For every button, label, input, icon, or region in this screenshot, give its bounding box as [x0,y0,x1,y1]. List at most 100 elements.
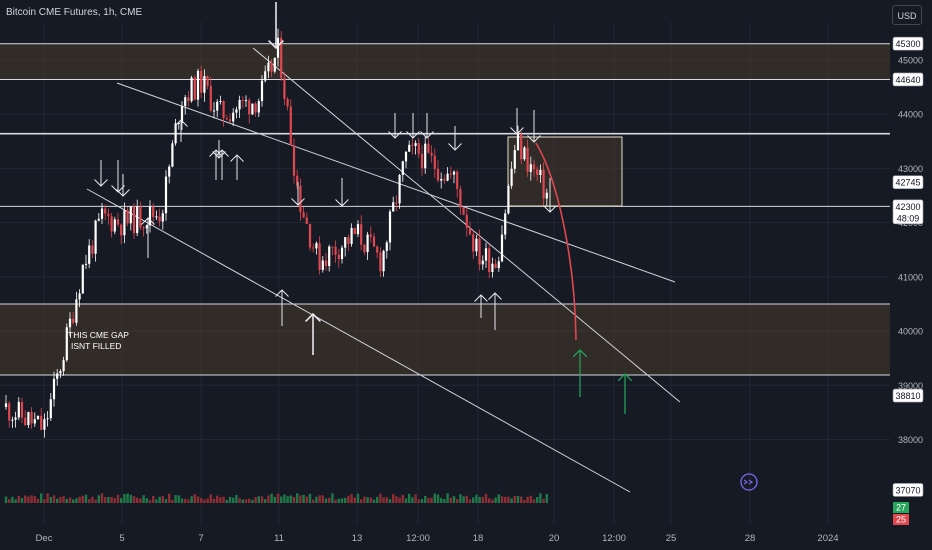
candle-body [49,399,52,419]
volume-bar [385,497,388,503]
gap-annotation: THIS CME GAP ISNT FILLED [68,330,129,352]
volume-bar [392,494,395,503]
volume-bar [219,497,222,503]
gap-annotation-line-2: ISNT FILLED [71,341,122,351]
candle-body [520,134,523,160]
candle-body [337,254,340,260]
candle-body [379,252,382,272]
volume-bar [292,496,296,503]
volume-bar [337,498,340,503]
candle-body [539,169,542,175]
candle-body [526,147,529,172]
volume-bar [56,498,59,503]
volume-bar [328,497,331,503]
down-arrow-9 [448,126,462,151]
candle-body [81,264,84,294]
candle-body [491,263,494,273]
candle-body [424,143,427,169]
volume-bar [529,495,532,503]
volume-bar [331,493,334,503]
volume-bar [139,498,142,503]
volume-bar [366,497,369,503]
candle-body [113,219,116,232]
candle-body [488,248,491,273]
currency-button[interactable]: USD [892,5,922,25]
candle-body [241,99,244,101]
volume-bar [40,493,43,503]
volume-bar [84,494,88,503]
volume-bar [363,496,366,503]
volume-bar [280,496,283,503]
volume-bar [203,499,206,503]
candle-body [43,419,46,430]
volume-bar [372,499,376,503]
volume-bar [193,494,196,503]
candle-body [222,100,225,119]
volume-bar [452,496,456,503]
volume-bar [8,499,11,503]
volume-bar [404,498,408,503]
volume-bar [59,496,62,503]
candle-body [88,245,91,264]
candle-body [24,417,27,426]
candle-body [350,228,353,244]
candle-body [94,220,97,254]
candle-body [129,206,132,224]
candle-body [238,99,241,110]
candle-body [148,206,152,226]
candle-body [52,378,56,400]
volume-bar [526,496,529,503]
volume-bar [324,498,328,503]
volume-bar [504,496,507,503]
candle-body [376,246,379,253]
candle-body [171,143,174,167]
volume-bar [488,498,491,503]
candle-body [500,234,504,262]
candle-body [206,75,209,86]
candle-body [251,103,254,115]
chart-canvas[interactable]: Dec 5 7 11 13 12:00 18 20 12:00 25 28 2024 45000 4400… [0,0,932,550]
candle-body [216,101,219,111]
candle-body [315,243,318,249]
candle-body [187,97,190,102]
volume-bar [212,498,216,503]
candle-body [225,118,228,120]
volume-bar [36,498,40,503]
volume-bar [209,494,212,503]
candle-body [91,245,94,254]
candle-body [142,227,145,229]
volume-bar [110,496,113,503]
candle-body [116,219,120,225]
volume-bar [308,493,312,503]
candles [4,28,548,438]
volume-bar [132,496,136,503]
down-arrow-5 [335,178,349,207]
chart-root: Dec 5 7 11 13 12:00 18 20 12:00 25 28 2024 45000 4400… [0,0,932,550]
goto-realtime-icon[interactable] [740,473,758,491]
candle-body [494,263,497,268]
volume-bar [500,496,504,503]
volume-bar [420,499,424,503]
candle-body [200,70,203,93]
volume-bar [72,499,75,503]
volume-bar [222,496,225,503]
volume-bar [318,495,321,503]
volume-bar [123,493,126,503]
candle-body [33,419,36,424]
supply-zone-2 [0,303,890,375]
volume-bar [267,495,270,503]
volume-bar [216,495,219,503]
volume-bar [289,495,292,503]
candle-body [100,208,104,219]
candle-body [430,152,433,156]
volume-bar [414,494,417,503]
volume-bar [513,496,516,503]
candle-body [504,213,507,235]
volume-bar [190,496,193,503]
candle-body [152,206,155,217]
candle-body [27,412,30,426]
down-arrow-4 [291,182,305,206]
candle-body [353,228,356,235]
candle-body [347,237,350,244]
candle-body [510,168,513,186]
